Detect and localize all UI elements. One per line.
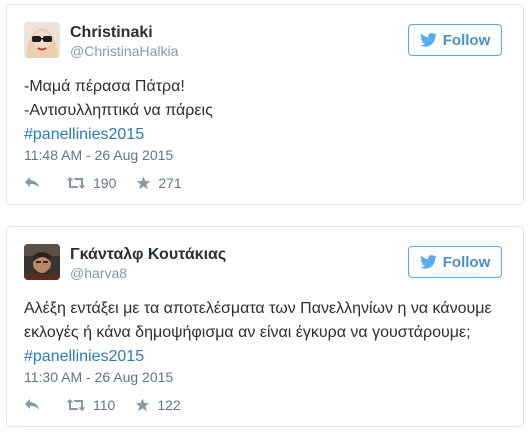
tweet-card: Γκάνταλφ Κουτάκιας @harva8 Follow Αλέξη … <box>6 226 524 427</box>
star-icon <box>136 398 150 412</box>
favorite-count: 271 <box>158 175 182 191</box>
timestamp[interactable]: 11:30 AM - 26 Aug 2015 <box>24 369 173 385</box>
tweet-text: Αλέξη εντάξει με τα αποτελέσματα των Παν… <box>24 297 508 369</box>
tweet-actions: 110 122 <box>24 395 181 415</box>
tweet-line: -Αντισυλληπτικά να πάρεις <box>24 102 213 119</box>
star-icon <box>137 176 151 190</box>
follow-button[interactable]: Follow <box>408 246 502 278</box>
follow-button[interactable]: Follow <box>408 24 502 56</box>
tweet-line: -Μαμά πέρασα Πάτρα! <box>24 78 185 95</box>
retweet-button[interactable]: 110 <box>66 397 115 413</box>
user-name[interactable]: Christinaki <box>70 24 153 42</box>
avatar[interactable] <box>24 22 60 58</box>
timestamp[interactable]: 11:48 AM - 26 Aug 2015 <box>24 147 173 163</box>
favorite-count: 122 <box>157 397 181 413</box>
retweet-count: 110 <box>93 397 116 413</box>
tweet-text: -Μαμά πέρασα Πάτρα! -Αντισυλληπτικά να π… <box>24 75 508 147</box>
retweet-button[interactable]: 190 <box>66 175 116 191</box>
reply-icon <box>25 177 39 188</box>
follow-label: Follow <box>442 253 491 271</box>
tweet-actions: 190 271 <box>24 173 182 193</box>
retweet-icon <box>66 177 86 189</box>
user-handle[interactable]: @harva8 <box>70 265 127 281</box>
twitter-bird-icon <box>419 33 437 47</box>
favorite-button[interactable]: 271 <box>136 175 182 191</box>
reply-icon <box>25 399 39 410</box>
user-name[interactable]: Γκάνταλφ Κουτάκιας <box>70 246 226 264</box>
reply-button[interactable] <box>24 398 40 412</box>
retweet-icon <box>66 399 86 411</box>
tweet-card: Christinaki @ChristinaHalkia Follow -Μαμ… <box>6 4 524 205</box>
tweet-line: Αλέξη εντάξει με τα αποτελέσματα των Παν… <box>24 300 492 317</box>
reply-button[interactable] <box>24 176 40 190</box>
follow-label: Follow <box>442 31 491 49</box>
hashtag-link[interactable]: #panellinies2015 <box>24 345 508 369</box>
tweet-line: εκλογές ή κάνα δημοψήφισμα αν είναι έγκυ… <box>24 324 471 341</box>
hashtag-link[interactable]: #panellinies2015 <box>24 123 508 147</box>
avatar[interactable] <box>24 244 60 280</box>
retweet-count: 190 <box>93 175 117 191</box>
favorite-button[interactable]: 122 <box>135 397 181 413</box>
user-handle[interactable]: @ChristinaHalkia <box>70 43 178 59</box>
twitter-bird-icon <box>419 255 437 269</box>
